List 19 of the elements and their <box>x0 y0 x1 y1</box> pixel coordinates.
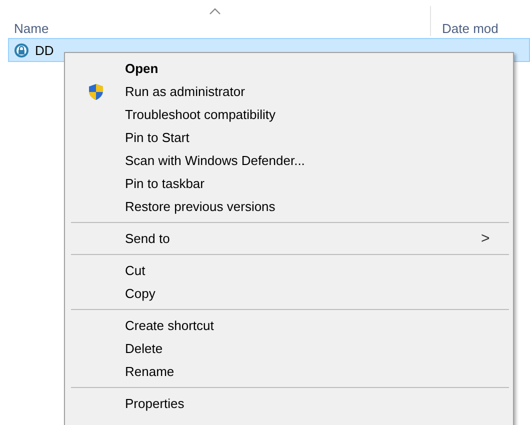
menu-item[interactable]: Run as administrator <box>67 80 511 103</box>
menu-item[interactable]: Troubleshoot compatibility <box>67 103 511 126</box>
menu-item[interactable]: Pin to taskbar <box>67 172 511 195</box>
menu-item[interactable]: Delete <box>67 337 511 360</box>
menu-item[interactable]: Create shortcut <box>67 314 511 337</box>
lock-file-icon <box>13 42 30 58</box>
column-header[interactable]: Name <box>0 21 55 36</box>
column-header[interactable]: Date mod <box>431 21 504 36</box>
submenu-arrow: > <box>481 230 491 247</box>
menu-item[interactable]: Scan with Windows Defender... <box>67 149 511 172</box>
menu-item[interactable]: Cut <box>67 259 511 282</box>
menu-item[interactable]: Restore previous versions <box>67 195 511 218</box>
shield-icon <box>87 82 105 100</box>
menu-item[interactable]: Pin to Start <box>67 126 511 149</box>
menu-item[interactable]: Rename <box>67 360 511 383</box>
menu-item[interactable]: Copy <box>67 282 511 305</box>
file-name: DD <box>35 42 54 58</box>
menu-item[interactable]: Properties <box>67 392 511 415</box>
menu-item[interactable]: Send to > <box>67 227 511 250</box>
